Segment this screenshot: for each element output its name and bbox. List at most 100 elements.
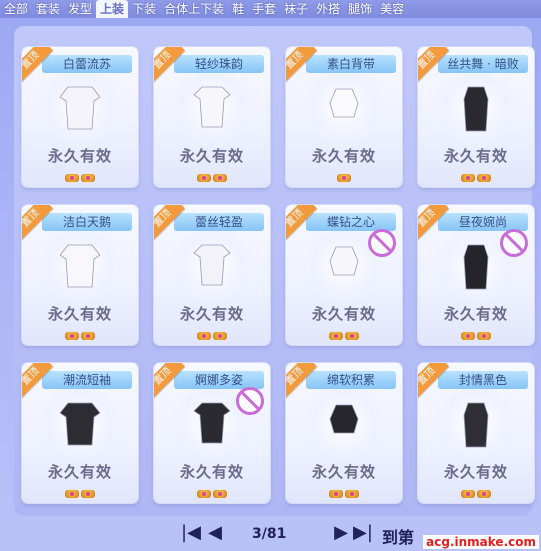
garment-icon	[60, 402, 100, 446]
watermark-logo: acg.inmake.com	[423, 535, 539, 549]
price-crowns	[418, 483, 534, 502]
item-name: 潮流短袖	[42, 371, 132, 389]
validity-label: 永久有效	[47, 305, 112, 323]
category-tab-bar: 全部 套装 发型 上装 下装 合体上下装鞋手套 袜子 外搭 腿饰 美容	[0, 0, 541, 18]
item-name: 绵软积累	[306, 371, 396, 389]
validity-label: 永久有效	[179, 463, 244, 481]
tab-9[interactable]: 外搭	[312, 0, 344, 18]
item-card[interactable]: 丝共舞 · 暗败 置顶 永久有效	[418, 47, 534, 187]
crown-icon	[197, 172, 211, 182]
validity-label: 永久有效	[443, 305, 508, 323]
item-card[interactable]: 蝶钻之心 置顶 永久有效	[286, 205, 402, 345]
item-card[interactable]: 白蕾流苏 置顶 永久有效	[22, 47, 138, 187]
item-card[interactable]: 蕾丝轻盈 置顶 永久有效	[154, 205, 270, 345]
garment-icon	[463, 244, 489, 290]
tab-1[interactable]: 套装	[32, 0, 64, 18]
tab-11[interactable]: 美容	[376, 0, 408, 18]
goto-page-label[interactable]: 到第	[382, 524, 414, 548]
item-card[interactable]: 轻纱珠韵 置顶 永久有效	[154, 47, 270, 187]
tab-0[interactable]: 全部	[0, 0, 32, 18]
tab-10[interactable]: 腿饰	[344, 0, 376, 18]
garment-icon	[329, 246, 359, 276]
crown-icon	[81, 330, 95, 340]
item-card[interactable]: 潮流短袖 置顶 永久有效	[22, 363, 138, 503]
validity-label: 永久有效	[47, 147, 112, 165]
crown-icon	[461, 330, 475, 340]
garment-icon	[463, 86, 489, 132]
price-crowns	[418, 325, 534, 344]
crown-icon	[477, 330, 491, 340]
prev-page-button[interactable]: ◀	[204, 523, 226, 543]
validity-label: 永久有效	[179, 305, 244, 323]
item-card[interactable]: 婀娜多姿 置顶 永久有效	[154, 363, 270, 503]
item-card[interactable]: 素白背带 置顶 永久有效	[286, 47, 402, 187]
crown-icon	[345, 330, 359, 340]
crown-icon	[477, 488, 491, 498]
price-crowns	[154, 325, 270, 344]
tab-4[interactable]: 下装	[128, 0, 160, 18]
price-crowns	[154, 167, 270, 186]
crown-icon	[197, 488, 211, 498]
crown-icon	[461, 488, 475, 498]
price-crowns	[22, 483, 138, 502]
crown-icon	[329, 488, 343, 498]
next-page-button[interactable]: ▶	[330, 523, 352, 543]
crown-icon	[213, 330, 227, 340]
validity-label: 永久有效	[311, 305, 376, 323]
crown-icon	[345, 488, 359, 498]
price-crowns	[154, 483, 270, 502]
crown-icon	[81, 172, 95, 182]
item-name: 蕾丝轻盈	[174, 213, 264, 231]
validity-label: 永久有效	[443, 463, 508, 481]
garment-icon	[60, 86, 100, 130]
price-crowns	[22, 325, 138, 344]
garment-icon	[463, 402, 489, 448]
garment-icon	[193, 244, 231, 286]
crown-icon	[213, 488, 227, 498]
garment-icon	[329, 88, 359, 118]
not-allowed-icon	[236, 387, 264, 415]
validity-label: 永久有效	[179, 147, 244, 165]
price-crowns	[286, 483, 402, 502]
crown-icon	[197, 330, 211, 340]
item-card[interactable]: 昼夜婉尚 置顶 永久有效	[418, 205, 534, 345]
item-name: 素白背带	[306, 55, 396, 73]
tab-7[interactable]: 手套	[248, 0, 280, 18]
item-card[interactable]: 绵软积累 置顶 永久有效	[286, 363, 402, 503]
item-name: 封情黑色	[438, 371, 528, 389]
not-allowed-icon	[500, 229, 528, 257]
price-crowns	[418, 167, 534, 186]
item-card[interactable]: 洁白天鹅 置顶 永久有效	[22, 205, 138, 345]
crown-icon	[65, 488, 79, 498]
price-crowns	[22, 167, 138, 186]
garment-icon	[193, 86, 231, 128]
crown-icon	[337, 172, 351, 182]
validity-label: 永久有效	[443, 147, 508, 165]
tab-5[interactable]: 合体上下装	[160, 0, 228, 18]
crown-icon	[81, 488, 95, 498]
tab-6[interactable]: 鞋	[228, 0, 248, 18]
item-card[interactable]: 封情黑色 置顶 永久有效	[418, 363, 534, 503]
tab-8[interactable]: 袜子	[280, 0, 312, 18]
price-crowns	[286, 167, 402, 186]
page-indicator: 3/81	[252, 526, 287, 542]
crown-icon	[477, 172, 491, 182]
crown-icon	[461, 172, 475, 182]
item-name: 洁白天鹅	[42, 213, 132, 231]
item-name: 丝共舞 · 暗败	[438, 55, 528, 73]
validity-label: 永久有效	[311, 463, 376, 481]
item-name: 轻纱珠韵	[174, 55, 264, 73]
crown-icon	[65, 172, 79, 182]
item-name: 白蕾流苏	[42, 55, 132, 73]
not-allowed-icon	[368, 229, 396, 257]
crown-icon	[329, 330, 343, 340]
garment-icon	[60, 244, 100, 288]
crown-icon	[65, 330, 79, 340]
tab-2[interactable]: 发型	[64, 0, 96, 18]
pagination-bar: |◀ ◀ 3/81 ▶ ▶| 到第 acg.inmake.com	[0, 517, 541, 551]
garment-icon	[193, 402, 231, 444]
first-page-button[interactable]: |◀	[180, 523, 202, 543]
last-page-button[interactable]: ▶|	[352, 523, 374, 543]
tab-3[interactable]: 上装	[96, 0, 129, 18]
price-crowns	[286, 325, 402, 344]
